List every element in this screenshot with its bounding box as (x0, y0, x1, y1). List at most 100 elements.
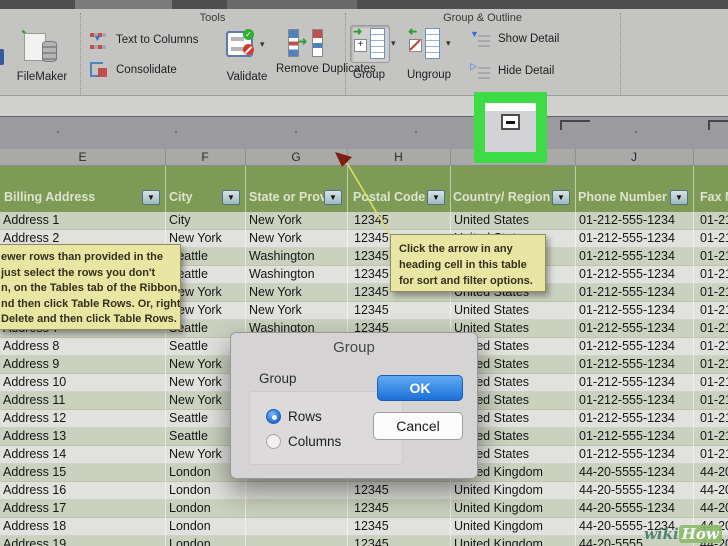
cell-phone[interactable]: 01-212-555-1234 (575, 374, 693, 392)
cell-fax[interactable]: 01-21 (693, 392, 728, 410)
remove-duplicates-button[interactable]: ➜ Remove Duplicates (284, 27, 336, 93)
cell-state[interactable]: New York (245, 212, 347, 230)
cell-billing-address[interactable]: Address 18 (0, 518, 165, 536)
cell-billing-address[interactable]: Address 13 (0, 428, 165, 446)
text-to-columns-button[interactable]: ▼ Text to Columns (90, 31, 220, 53)
filter-arrow-country[interactable]: ▼ (552, 190, 570, 205)
cell-state[interactable]: New York (245, 230, 347, 248)
ungroup-dropdown-icon[interactable]: ▾ (446, 38, 451, 49)
cell-phone[interactable]: 01-212-555-1234 (575, 428, 693, 446)
cell-fax[interactable]: 01-21 (693, 284, 728, 302)
radio-option-rows[interactable]: Rows (266, 409, 322, 425)
radio-selected-icon[interactable] (266, 409, 281, 424)
cell-fax[interactable]: 01-21 (693, 320, 728, 338)
validate-dropdown-icon[interactable]: ▾ (260, 39, 265, 50)
cell-city[interactable]: London (165, 536, 245, 546)
cell-phone[interactable]: 01-212-555-1234 (575, 248, 693, 266)
filter-arrow-billing-address[interactable]: ▼ (142, 190, 160, 205)
filemaker-button[interactable]: ➘ FileMaker (14, 27, 70, 89)
cell-billing-address[interactable]: Address 12 (0, 410, 165, 428)
cell-state[interactable]: New York (245, 302, 347, 320)
cell-billing-address[interactable]: Address 15 (0, 464, 165, 482)
cell-city[interactable]: London (165, 500, 245, 518)
ok-button[interactable]: OK (377, 375, 463, 401)
cell-country[interactable]: United Kingdom (450, 482, 575, 500)
cell-state[interactable]: Washington (245, 248, 347, 266)
table-row[interactable]: Address 19 London 12345 United Kingdom 4… (0, 536, 728, 546)
group-dropdown-icon[interactable]: ▾ (391, 38, 396, 49)
cell-fax[interactable]: 01-21 (693, 374, 728, 392)
cell-phone[interactable]: 44-20-5555-1234 (575, 500, 693, 518)
cell-city[interactable]: London (165, 482, 245, 500)
cell-phone[interactable]: 44-20-5555-1234 (575, 464, 693, 482)
cell-phone[interactable]: 01-212-555-1234 (575, 320, 693, 338)
cell-country[interactable]: United Kingdom (450, 536, 575, 546)
column-heading-j[interactable]: J (575, 150, 693, 164)
cell-country[interactable]: United States (450, 212, 575, 230)
ungroup-button[interactable]: ➜ ▾ Ungroup (406, 25, 462, 89)
cell-billing-address[interactable]: Address 10 (0, 374, 165, 392)
column-heading-e[interactable]: E (0, 150, 165, 164)
cell-billing-address[interactable]: Address 1 (0, 212, 165, 230)
cell-fax[interactable]: 01-21 (693, 338, 728, 356)
cell-billing-address[interactable]: Address 9 (0, 356, 165, 374)
cell-fax[interactable]: 01-21 (693, 428, 728, 446)
cell-fax[interactable]: 01-21 (693, 356, 728, 374)
cell-state[interactable] (245, 536, 347, 546)
cell-fax[interactable]: 01-21 (693, 266, 728, 284)
cell-city[interactable]: London (165, 518, 245, 536)
consolidate-button[interactable]: Consolidate (90, 61, 220, 83)
cell-fax[interactable]: 01-21 (693, 446, 728, 464)
cell-country[interactable]: United States (450, 302, 575, 320)
cell-state[interactable]: Washington (245, 266, 347, 284)
cell-state[interactable]: New York (245, 284, 347, 302)
cell-billing-address[interactable]: Address 8 (0, 338, 165, 356)
validate-button[interactable]: ✓ ▾ Validate (226, 29, 274, 89)
cell-phone[interactable]: 01-212-555-1234 (575, 230, 693, 248)
hide-detail-button[interactable]: ▷ Hide Detail (470, 63, 590, 83)
cell-phone[interactable]: 01-212-555-1234 (575, 410, 693, 428)
table-row[interactable]: Address 17 London 12345 United Kingdom 4… (0, 500, 728, 518)
cell-fax[interactable]: 01-21 (693, 230, 728, 248)
cell-phone[interactable]: 01-212-555-1234 (575, 266, 693, 284)
collapse-outline-button[interactable] (501, 114, 520, 130)
radio-unselected-icon[interactable] (266, 434, 281, 449)
cell-postal-code[interactable]: 12345 (347, 500, 450, 518)
cell-fax[interactable]: 44-20 (693, 482, 728, 500)
cell-phone[interactable]: 01-212-555-1234 (575, 356, 693, 374)
cell-fax[interactable]: 44-20 (693, 464, 728, 482)
cell-fax[interactable]: 01-21 (693, 248, 728, 266)
filter-arrow-postal-code[interactable]: ▼ (427, 190, 445, 205)
cell-city[interactable]: City (165, 212, 245, 230)
column-heading-f[interactable]: F (165, 150, 245, 164)
cell-phone[interactable]: 01-212-555-1234 (575, 338, 693, 356)
cell-fax[interactable]: 01-21 (693, 410, 728, 428)
cell-postal-code[interactable]: 12345 (347, 302, 450, 320)
cell-phone[interactable]: 01-212-555-1234 (575, 212, 693, 230)
cell-state[interactable] (245, 500, 347, 518)
cell-postal-code[interactable]: 12345 (347, 536, 450, 546)
cell-billing-address[interactable]: Address 14 (0, 446, 165, 464)
cancel-button[interactable]: Cancel (373, 412, 463, 440)
show-detail-button[interactable]: ▼ Show Detail (470, 31, 590, 51)
radio-option-columns[interactable]: Columns (266, 434, 341, 450)
table-row[interactable]: Address 16 London 12345 United Kingdom 4… (0, 482, 728, 500)
cell-phone[interactable]: 01-212-555-1234 (575, 302, 693, 320)
cell-country[interactable]: United Kingdom (450, 518, 575, 536)
cell-billing-address[interactable]: Address 19 (0, 536, 165, 546)
cell-country[interactable]: United Kingdom (450, 500, 575, 518)
cell-fax[interactable]: 01-21 (693, 212, 728, 230)
column-heading-g[interactable]: G (245, 150, 347, 164)
cell-fax[interactable]: 01-21 (693, 302, 728, 320)
filter-arrow-city[interactable]: ▼ (222, 190, 240, 205)
filter-arrow-phone[interactable]: ▼ (670, 190, 688, 205)
table-row[interactable]: Address 18 London 12345 United Kingdom 4… (0, 518, 728, 536)
cell-phone[interactable]: 44-20-5555-1234 (575, 482, 693, 500)
cell-billing-address[interactable]: Address 11 (0, 392, 165, 410)
cell-phone[interactable]: 01-212-555-1234 (575, 446, 693, 464)
cell-billing-address[interactable]: Address 16 (0, 482, 165, 500)
cell-state[interactable] (245, 482, 347, 500)
cell-postal-code[interactable]: 12345 (347, 482, 450, 500)
cell-billing-address[interactable]: Address 17 (0, 500, 165, 518)
cell-state[interactable] (245, 518, 347, 536)
